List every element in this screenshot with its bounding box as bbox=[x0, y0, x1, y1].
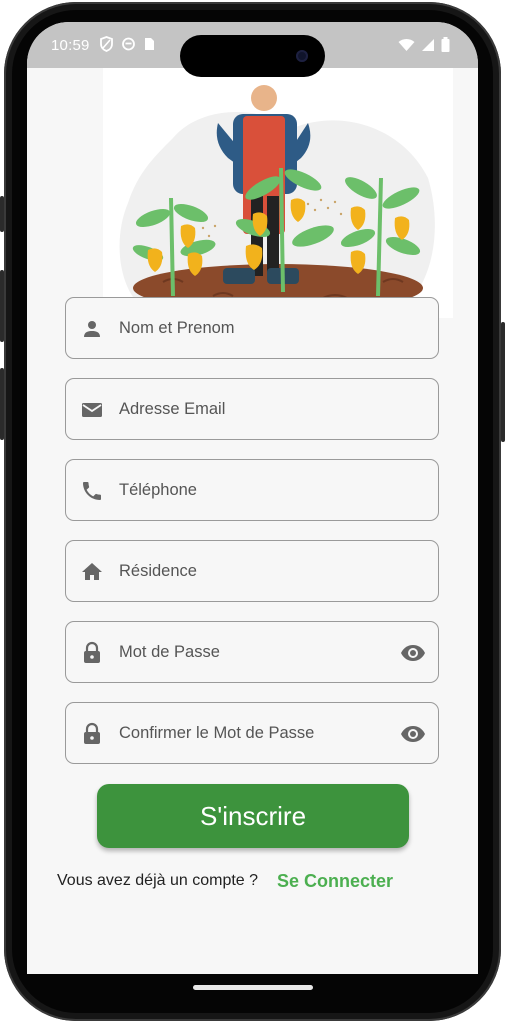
residence-field[interactable]: Résidence bbox=[65, 540, 439, 602]
home-indicator[interactable] bbox=[193, 985, 313, 990]
confirm-password-field[interactable]: Confirmer le Mot de Passe bbox=[65, 702, 439, 764]
password-placeholder: Mot de Passe bbox=[119, 643, 220, 661]
lock-icon bbox=[84, 722, 100, 744]
eye-icon[interactable] bbox=[400, 641, 426, 665]
volume-down-button bbox=[0, 368, 4, 440]
power-button bbox=[501, 322, 505, 442]
phone-placeholder: Téléphone bbox=[119, 481, 197, 499]
signup-button[interactable]: S'inscrire bbox=[97, 784, 409, 848]
phone-field[interactable]: Téléphone bbox=[65, 459, 439, 521]
login-prompt: Vous avez déjà un compte ? bbox=[57, 872, 259, 889]
person-icon bbox=[84, 321, 100, 337]
eye-icon[interactable] bbox=[400, 722, 426, 746]
login-link[interactable]: Se Connecter bbox=[277, 871, 393, 892]
shield-icon bbox=[100, 36, 113, 52]
volume-up-button bbox=[0, 270, 4, 342]
sim-card-icon bbox=[145, 38, 154, 50]
name-placeholder: Nom et Prenom bbox=[119, 319, 235, 337]
signal-icon bbox=[422, 38, 434, 51]
status-time: 10:59 bbox=[51, 37, 90, 54]
lock-icon bbox=[84, 641, 100, 663]
confirm-password-placeholder: Confirmer le Mot de Passe bbox=[119, 724, 315, 742]
sync-icon bbox=[122, 37, 135, 51]
wifi-icon bbox=[398, 38, 415, 51]
email-field[interactable]: Adresse Email bbox=[65, 378, 439, 440]
battery-icon bbox=[441, 37, 450, 52]
farmer-illustration bbox=[103, 68, 453, 318]
phone-icon bbox=[83, 482, 101, 500]
name-field[interactable]: Nom et Prenom bbox=[65, 297, 439, 359]
camera-icon bbox=[296, 50, 308, 62]
dynamic-island bbox=[180, 35, 325, 77]
email-icon bbox=[82, 403, 102, 417]
residence-placeholder: Résidence bbox=[119, 562, 197, 580]
screen: 10:59 Nom et Prenom Adresse Email Téléph… bbox=[27, 22, 478, 974]
email-placeholder: Adresse Email bbox=[119, 400, 226, 418]
home-icon bbox=[82, 563, 102, 580]
password-field[interactable]: Mot de Passe bbox=[65, 621, 439, 683]
silent-switch bbox=[0, 196, 4, 232]
